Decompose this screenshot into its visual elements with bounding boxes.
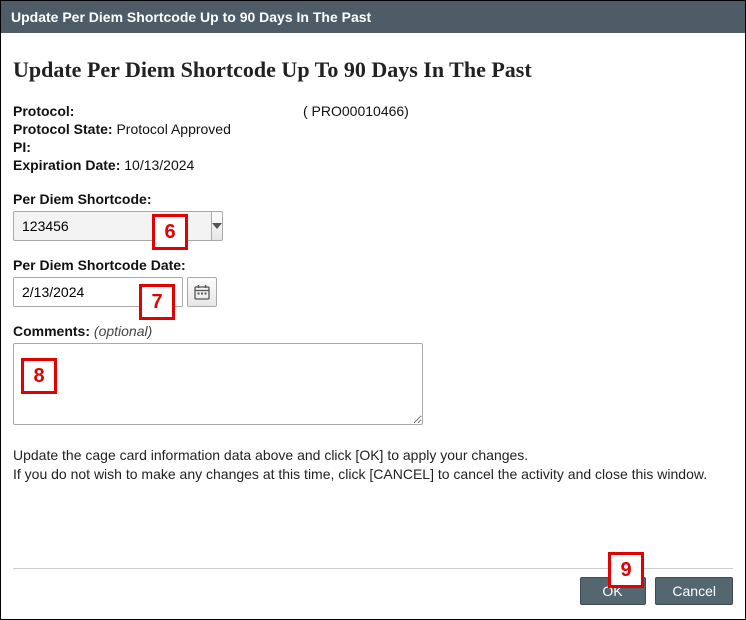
protocol-state-label: Protocol State: <box>13 121 113 137</box>
dialog-content: Update Per Diem Shortcode Up To 90 Days … <box>1 33 745 484</box>
shortcode-date-input[interactable] <box>13 277 183 307</box>
protocol-state-row: Protocol State: Protocol Approved <box>13 121 733 137</box>
comments-label: Comments: (optional) <box>13 323 733 339</box>
protocol-row: Protocol: ( PRO00010466) <box>13 103 733 119</box>
caret-down-icon <box>212 223 222 229</box>
protocol-value: ( PRO00010466) <box>303 103 409 119</box>
expiration-row: Expiration Date: 10/13/2024 <box>13 157 733 173</box>
pi-row: PI: <box>13 139 733 155</box>
dialog-window: Update Per Diem Shortcode Up to 90 Days … <box>0 0 746 620</box>
calendar-button[interactable] <box>187 277 217 307</box>
calendar-icon <box>194 284 210 300</box>
shortcode-field: Per Diem Shortcode: <box>13 191 733 241</box>
comments-textarea[interactable] <box>13 343 423 425</box>
window-titlebar: Update Per Diem Shortcode Up to 90 Days … <box>1 1 745 33</box>
instructions-line-2: If you do not wish to make any changes a… <box>13 465 733 484</box>
comments-field: Comments: (optional) <box>13 323 733 428</box>
footer-divider <box>13 568 733 569</box>
instructions-text: Update the cage card information data ab… <box>13 446 733 484</box>
comments-label-text: Comments: <box>13 323 90 339</box>
expiration-value: 10/13/2024 <box>124 157 194 173</box>
dialog-footer: OK Cancel <box>13 568 733 605</box>
shortcode-dropdown[interactable] <box>13 211 213 241</box>
ok-button[interactable]: OK <box>580 577 646 605</box>
pi-label: PI: <box>13 139 31 155</box>
button-row: OK Cancel <box>13 577 733 605</box>
protocol-state-value: Protocol Approved <box>116 121 230 137</box>
cancel-button[interactable]: Cancel <box>655 577 733 605</box>
protocol-label: Protocol: <box>13 103 303 119</box>
expiration-label: Expiration Date: <box>13 157 120 173</box>
protocol-meta: Protocol: ( PRO00010466) Protocol State:… <box>13 103 733 173</box>
shortcode-date-field: Per Diem Shortcode Date: <box>13 257 733 307</box>
shortcode-input[interactable] <box>13 211 211 241</box>
window-title: Update Per Diem Shortcode Up to 90 Days … <box>11 9 371 25</box>
shortcode-dropdown-button[interactable] <box>211 211 223 241</box>
page-title: Update Per Diem Shortcode Up To 90 Days … <box>13 57 733 83</box>
instructions-line-1: Update the cage card information data ab… <box>13 446 733 465</box>
shortcode-label: Per Diem Shortcode: <box>13 191 733 207</box>
shortcode-date-label: Per Diem Shortcode Date: <box>13 257 733 273</box>
comments-optional-text: (optional) <box>94 323 152 339</box>
